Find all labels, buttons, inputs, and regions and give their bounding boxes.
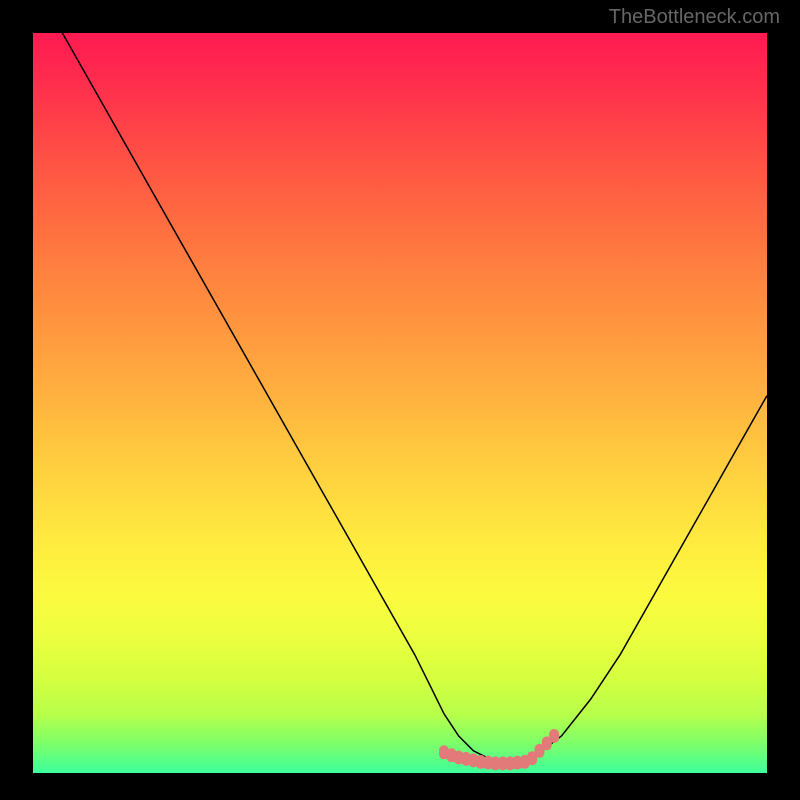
optimal-range-markers — [439, 729, 559, 770]
chart-plot-area — [33, 33, 767, 773]
chart-overlay — [33, 33, 767, 773]
attribution-text: TheBottleneck.com — [609, 6, 780, 29]
optimal-marker — [549, 729, 559, 743]
bottleneck-curve-line — [33, 33, 767, 766]
